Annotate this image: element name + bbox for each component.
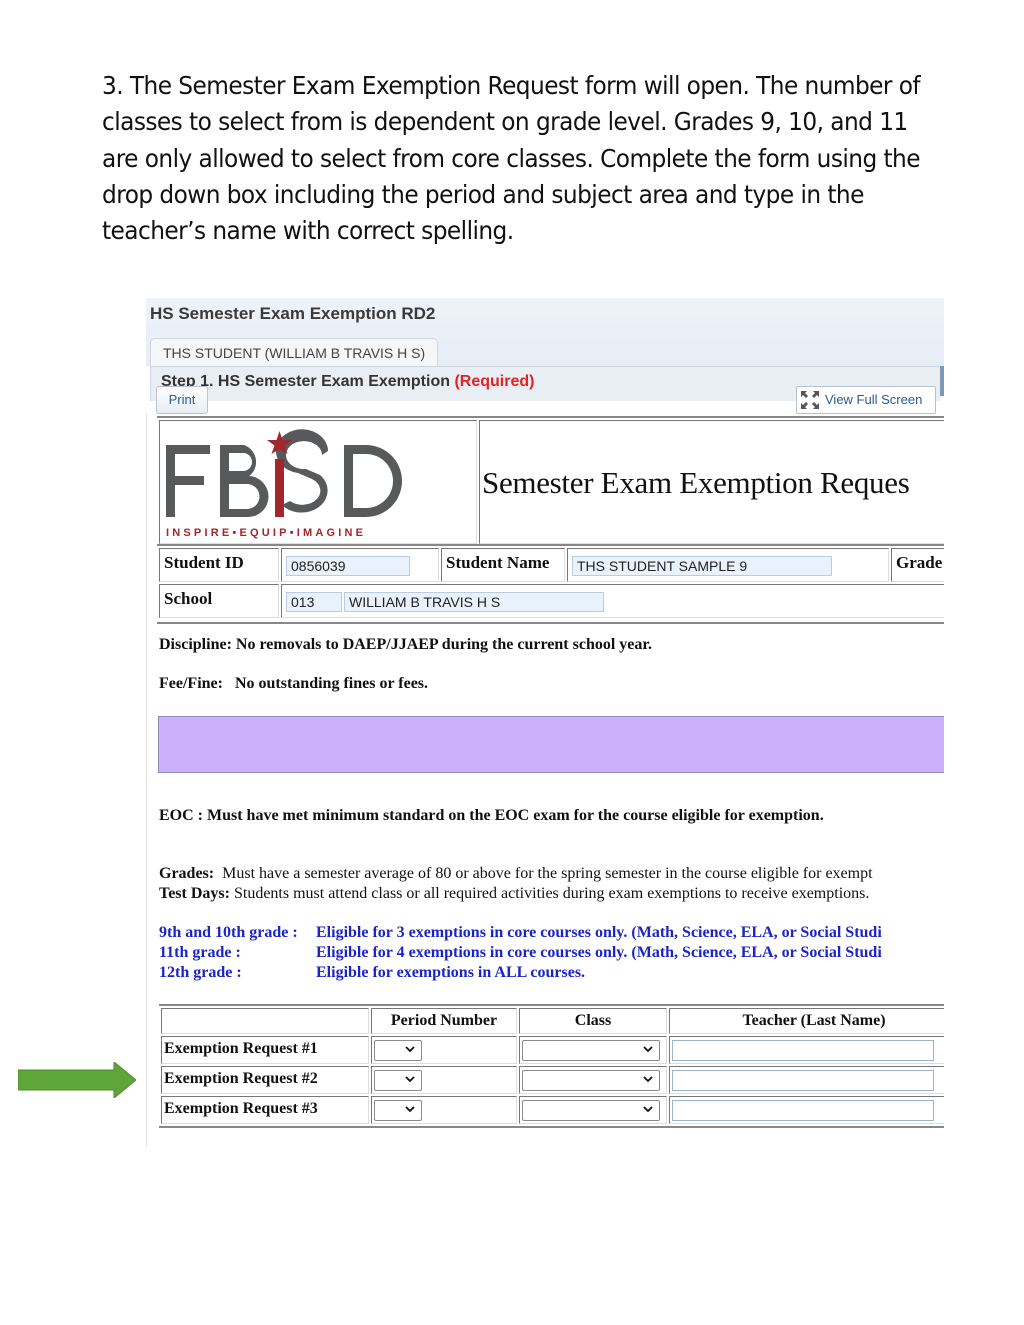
class-select[interactable] [522,1070,660,1091]
period-select[interactable] [374,1040,422,1061]
period-cell [371,1066,517,1094]
header-teacher: Teacher (Last Name) [669,1008,944,1034]
eligibility-row: 12th grade : Eligible for exemptions in A… [159,964,585,982]
required-badge: (Required) [454,373,535,390]
school-cell: 013 WILLIAM B TRAVIS H S [281,584,944,618]
app-header: HS Semester Exam Exemption RD2 THS STUDE… [146,298,944,367]
exemption-form: INSPIRE•EQUIP•IMAGINE Semester Exam Exem… [146,414,944,1146]
print-button[interactable]: Print [156,386,208,414]
discipline-label: Discipline: [159,636,232,653]
teacher-cell [669,1036,944,1064]
student-id-cell: 0856039 [281,548,439,582]
school-name-field: WILLIAM B TRAVIS H S [344,592,604,612]
grades-label: Grades: [159,865,215,882]
view-full-screen-label: View Full Screen [825,392,923,407]
logo-cell: INSPIRE•EQUIP•IMAGINE [159,420,477,544]
student-id-label-cell: Student ID [159,548,279,582]
student-name-label-cell: Student Name [441,548,565,582]
header-cell-blank [161,1008,369,1034]
logo-tagline: INSPIRE•EQUIP•IMAGINE [166,527,366,539]
period-cell [371,1096,517,1124]
student-name-label: Student Name [446,553,550,572]
grade-label-cell: Grade [891,548,944,582]
green-arrow-annotation [18,1062,136,1098]
header-table: INSPIRE•EQUIP•IMAGINE Semester Exam Exem… [157,416,944,546]
teacher-cell [669,1066,944,1094]
scrollbar[interactable] [940,366,944,396]
testdays-label: Test Days: [159,885,230,902]
school-label: School [164,589,213,608]
fee-label: Fee/Fine: [159,675,223,692]
school-label-cell: School [159,584,279,618]
chevron-down-icon [643,1076,653,1083]
period-cell [371,1036,517,1064]
grades-text: Must have a semester average of 80 or ab… [222,865,873,882]
fee-text: No outstanding fines or fees. [234,675,429,692]
eligibility-rule: Eligible for exemptions in ALL courses. [316,964,586,981]
discipline-text: No removals to DAEP/JJAEP during the cur… [235,636,653,653]
period-select[interactable] [374,1100,422,1121]
student-info-table: Student ID 0856039 Student Name THS STUD… [157,544,944,624]
fee-line: Fee/Fine: No outstanding fines or fees. [159,675,428,693]
eligibility-grade: 12th grade : [159,964,242,981]
eligibility-grade: 11th grade : [159,944,241,961]
class-cell [519,1066,667,1094]
form-title: Semester Exam Exemption Reques [482,465,910,500]
student-id-field: 0856039 [286,556,410,576]
period-select[interactable] [374,1070,422,1091]
class-cell [519,1096,667,1124]
eligibility-grade: 9th and 10th grade : [159,924,298,941]
class-select[interactable] [522,1040,660,1061]
header-period-number: Period Number [371,1008,517,1034]
chevron-down-icon [643,1106,653,1113]
eoc-text: EOC : Must have met minimum standard on … [159,807,824,824]
header-class: Class [519,1008,667,1034]
testdays-line: Test Days: Students must attend class or… [159,885,869,903]
row-label: Exemption Request #1 [161,1036,369,1064]
step-title: Step 1. HS Semester Exam Exemption (Requ… [161,373,534,391]
expand-icon [801,391,819,409]
student-name-field: THS STUDENT SAMPLE 9 [572,556,832,576]
teacher-cell [669,1096,944,1124]
class-cell [519,1036,667,1064]
app-title: HS Semester Exam Exemption RD2 [150,304,436,323]
teacher-input[interactable] [672,1040,934,1061]
testdays-text: Students must attend class or all requir… [233,885,870,902]
instruction-text: 3. The Semester Exam Exemption Request f… [102,71,921,246]
chevron-down-icon [405,1106,415,1113]
eligibility-rule: Eligible for 3 exemptions in core course… [316,924,882,941]
chevron-down-icon [643,1046,653,1053]
class-select[interactable] [522,1100,660,1121]
row-label: Exemption Request #2 [161,1066,369,1094]
exemption-request-table: Period Number Class Teacher (Last Name) … [159,1004,944,1128]
teacher-input[interactable] [672,1100,934,1121]
chevron-down-icon [405,1076,415,1083]
chevron-down-icon [405,1046,415,1053]
grade-label: Grade [896,553,943,572]
grades-line: Grades: Must have a semester average of … [159,865,873,883]
school-code-field: 013 [286,592,342,612]
form-title-cell: Semester Exam Exemption Reques [479,420,944,544]
student-name-cell: THS STUDENT SAMPLE 9 [567,548,889,582]
eoc-line: EOC : Must have met minimum standard on … [159,807,824,825]
teacher-input[interactable] [672,1070,934,1091]
eligibility-rule: Eligible for 4 exemptions in core course… [316,944,882,961]
student-id-label: Student ID [164,553,244,572]
view-full-screen-button[interactable]: View Full Screen [796,386,936,414]
row-label: Exemption Request #3 [161,1096,369,1124]
app-screenshot: HS Semester Exam Exemption RD2 THS STUDE… [146,298,944,1146]
tab-student[interactable]: THS STUDENT (WILLIAM B TRAVIS H S) [150,338,439,367]
eligibility-row: 11th grade : Eligible for 4 exemptions in… [159,944,882,962]
discipline-line: Discipline: No removals to DAEP/JJAEP du… [159,636,652,654]
fbisd-logo: INSPIRE•EQUIP•IMAGINE [166,429,402,539]
eligibility-row: 9th and 10th grade : Eligible for 3 exemp… [159,924,882,942]
purple-banner [158,716,944,773]
